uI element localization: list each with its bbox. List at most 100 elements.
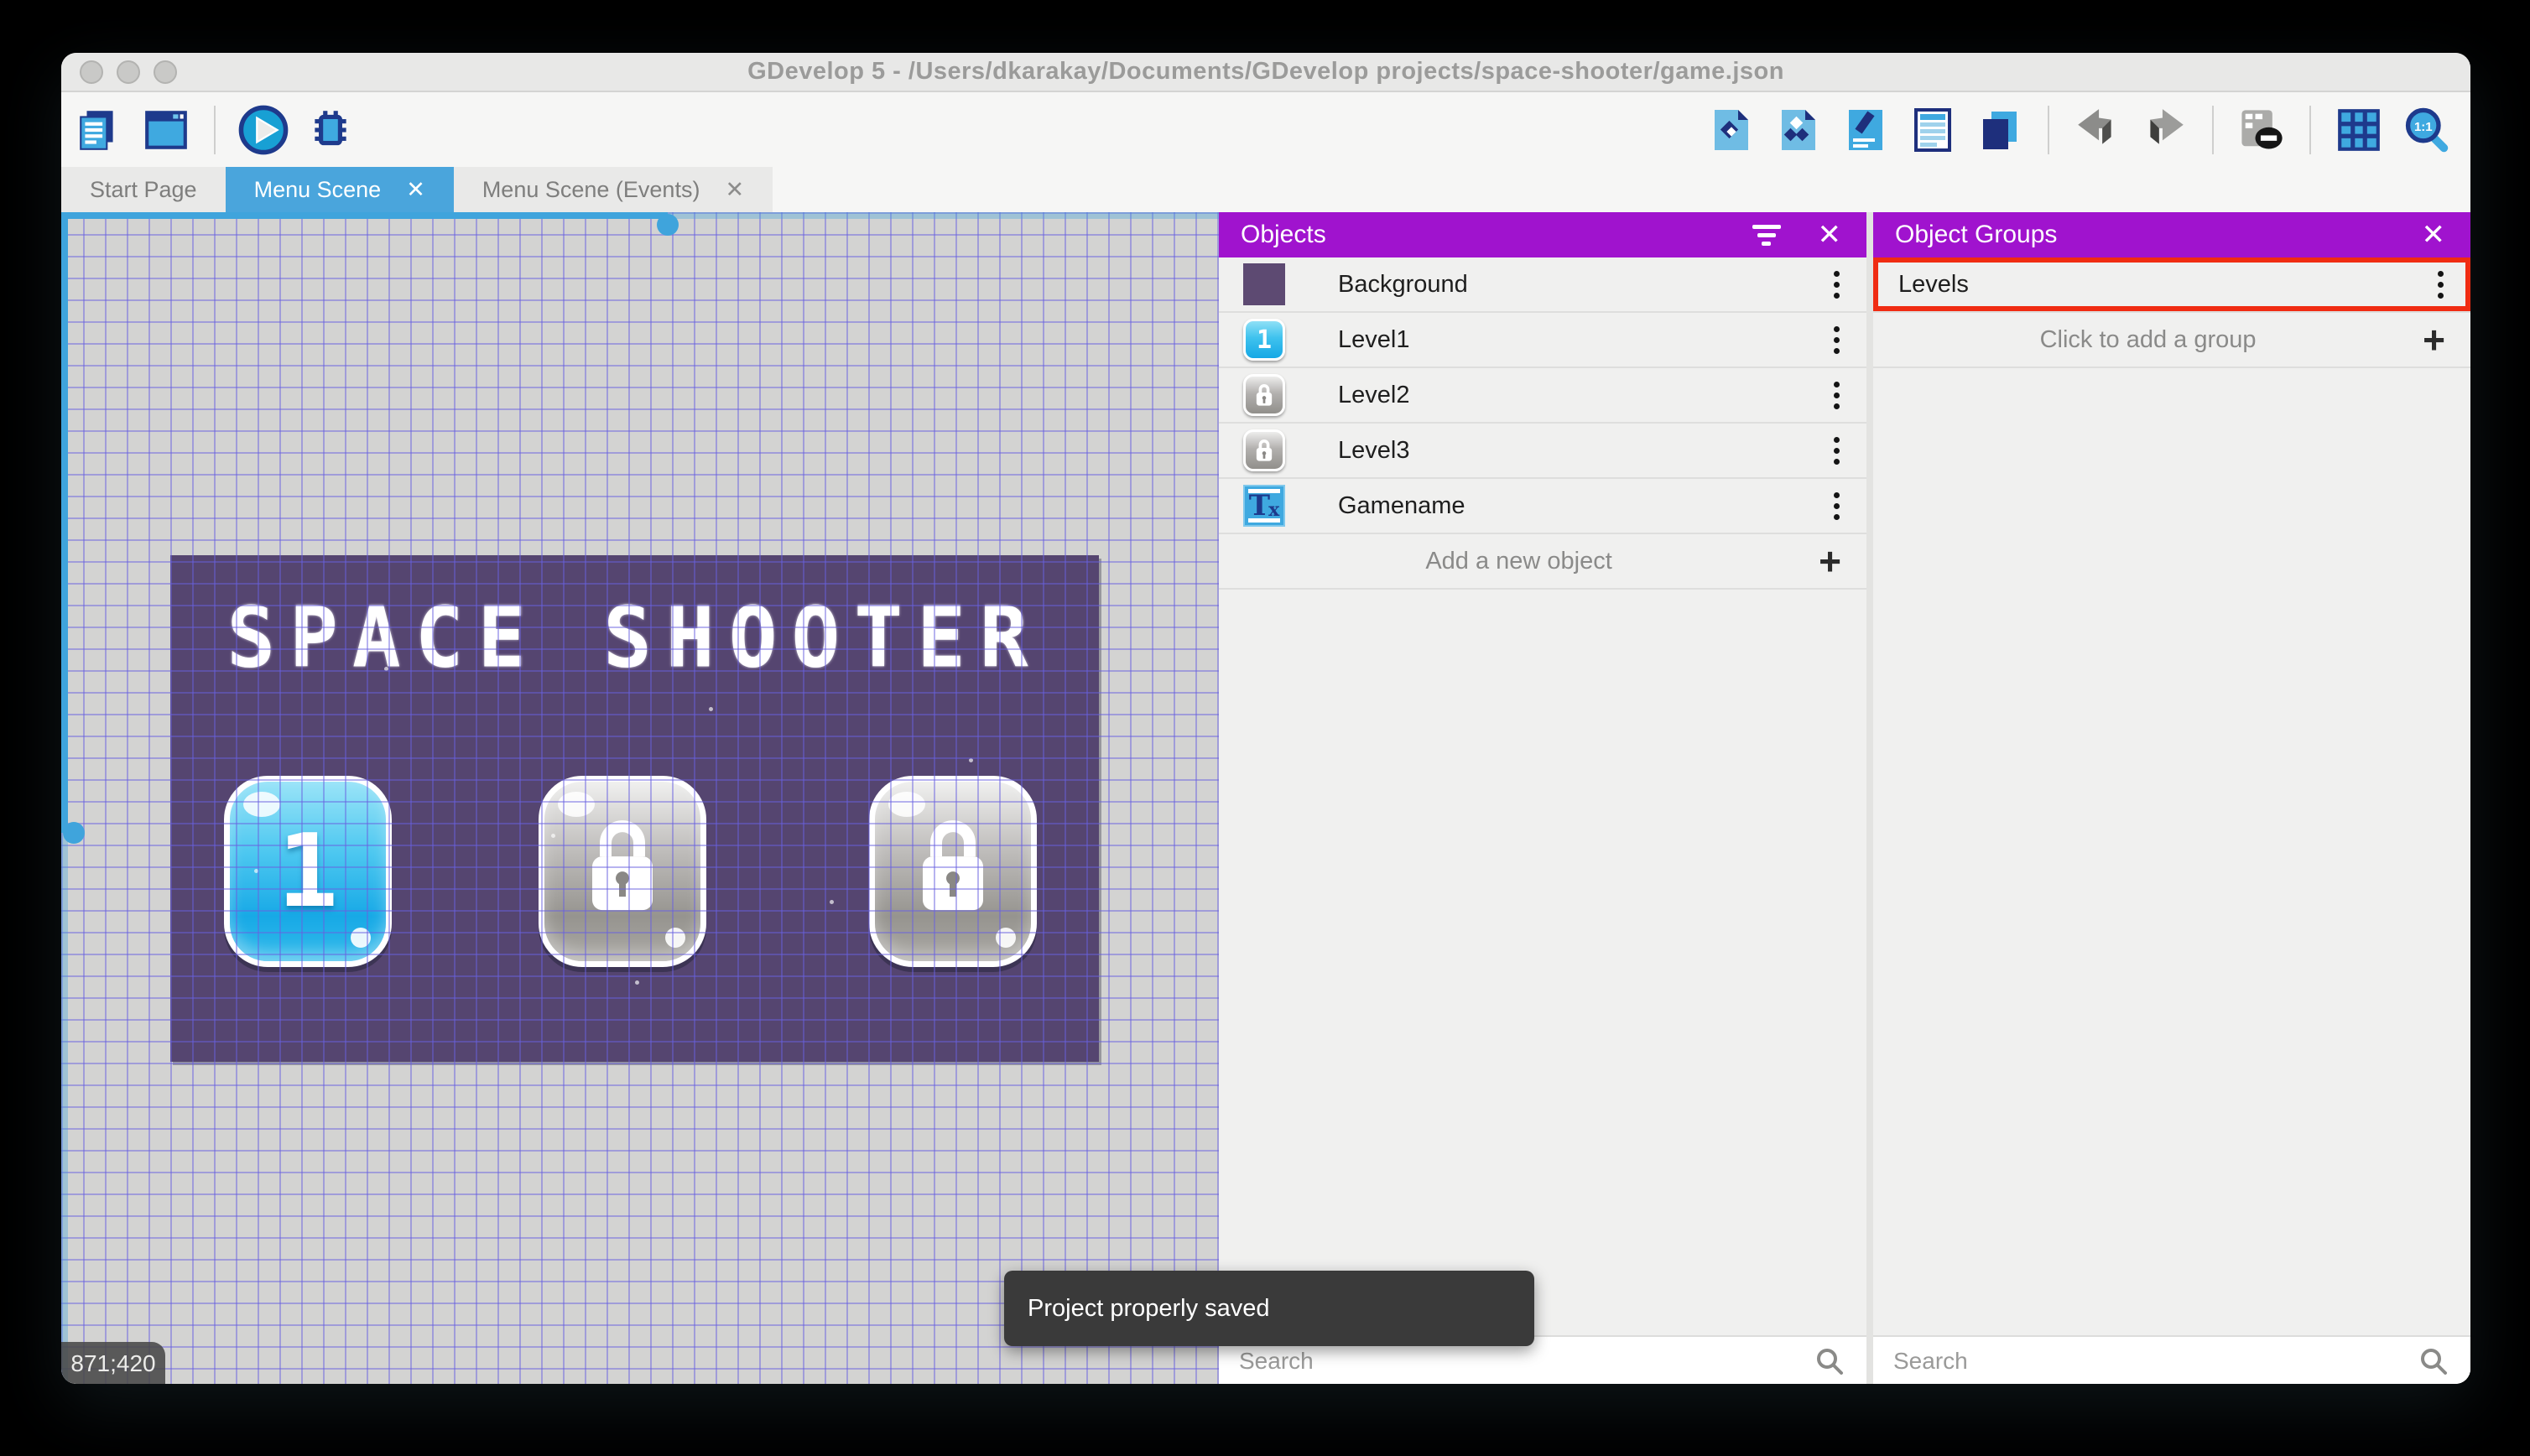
grid-toggle-icon[interactable] (2333, 104, 2385, 156)
toggle-objects-panel-icon[interactable] (1705, 104, 1757, 156)
object-groups-empty-area (1873, 368, 2470, 1335)
object-groups-panel-header: Object Groups ✕ (1873, 212, 2470, 257)
object-row-level3[interactable]: Level3 (1219, 424, 1866, 479)
star-dot (634, 980, 639, 985)
main-toolbar: 1:1 (61, 92, 2470, 167)
level-2-button-sprite[interactable] (539, 776, 706, 967)
layers-panel-icon[interactable] (1974, 104, 2026, 156)
lock-icon (923, 820, 983, 911)
object-row-gamename[interactable]: Tx Gamename (1219, 479, 1866, 534)
vertical-scrollbar[interactable] (61, 212, 68, 833)
gloss-highlight (558, 792, 595, 817)
object-groups-search-input[interactable] (1873, 1347, 2418, 1375)
scene-editor-canvas[interactable]: SPACE SHOOTER 1 871;420 (61, 212, 1219, 1384)
object-groups-panel-title: Object Groups (1895, 221, 2058, 248)
star-dot (829, 899, 834, 904)
group-menu-icon[interactable] (2438, 270, 2444, 299)
object-name: Background (1338, 270, 1468, 298)
lock-icon (592, 820, 653, 911)
object-name: Level3 (1338, 436, 1410, 464)
level-1-button-sprite[interactable]: 1 (224, 776, 392, 967)
gdevelop-window: GDevelop 5 - /Users/dkarakay/Documents/G… (61, 53, 2470, 1384)
level-3-button-sprite[interactable] (869, 776, 1037, 967)
instances-list-icon[interactable] (1907, 104, 1959, 156)
window-title: GDevelop 5 - /Users/dkarakay/Documents/G… (747, 58, 1784, 85)
toolbar-separator (2309, 105, 2311, 154)
objects-search-input[interactable] (1219, 1347, 1814, 1375)
tab-menu-scene[interactable]: Menu Scene ✕ (225, 167, 454, 212)
tab-menu-scene-events[interactable]: Menu Scene (Events) ✕ (453, 167, 773, 212)
main-content: SPACE SHOOTER 1 871;420 Objects ✕ Backgr… (61, 212, 2470, 1384)
object-menu-icon[interactable] (1834, 436, 1840, 465)
redo-icon[interactable] (2138, 104, 2190, 156)
horizontal-scrollbar[interactable] (61, 212, 668, 219)
star-dot (383, 666, 388, 671)
cursor-coordinates: 871;420 (70, 1350, 156, 1376)
play-preview-icon[interactable] (237, 104, 289, 156)
text-object-thumbnail: Tx (1243, 485, 1285, 527)
object-menu-icon[interactable] (1834, 270, 1840, 299)
gloss-highlight (888, 792, 925, 817)
objects-panel-header: Objects ✕ (1219, 212, 1866, 257)
object-name: Gamename (1338, 491, 1465, 519)
filter-icon[interactable] (1752, 224, 1781, 246)
close-tab-icon[interactable]: ✕ (725, 177, 744, 203)
vertical-scrollbar-thumb[interactable] (63, 822, 85, 844)
title-bar: GDevelop 5 - /Users/dkarakay/Documents/G… (61, 53, 2470, 92)
debug-icon[interactable] (305, 104, 357, 156)
background-thumbnail (1243, 263, 1285, 305)
group-row-levels[interactable]: Levels (1873, 257, 2470, 313)
add-new-object-label: Add a new object (1425, 547, 1612, 575)
level-number: 1 (277, 813, 339, 930)
properties-panel-icon[interactable] (1840, 104, 1892, 156)
panel-divider[interactable] (1866, 212, 1873, 1384)
horizontal-scrollbar-track[interactable] (668, 212, 1219, 219)
add-new-object-row[interactable]: Add a new object + (1219, 534, 1866, 590)
object-menu-icon[interactable] (1834, 381, 1840, 409)
project-manager-icon[interactable] (73, 104, 125, 156)
scene-window-icon[interactable] (140, 104, 192, 156)
gloss-dot (996, 928, 1016, 948)
desktop-background: GDevelop 5 - /Users/dkarakay/Documents/G… (0, 0, 2530, 1456)
object-row-background[interactable]: Background (1219, 257, 1866, 313)
close-tab-icon[interactable]: ✕ (406, 177, 425, 203)
zoom-one-to-one-icon[interactable]: 1:1 (2400, 104, 2452, 156)
object-row-level1[interactable]: 1 Level1 (1219, 313, 1866, 368)
object-menu-icon[interactable] (1834, 325, 1840, 354)
toggle-object-groups-panel-icon[interactable] (1773, 104, 1825, 156)
mask-toggle-icon[interactable] (2236, 104, 2288, 156)
toast-message: Project properly saved (1028, 1294, 1270, 1322)
close-objects-panel-icon[interactable]: ✕ (1818, 221, 1842, 249)
close-object-groups-panel-icon[interactable]: ✕ (2422, 221, 2446, 249)
tab-label: Start Page (90, 176, 197, 202)
add-group-row[interactable]: Click to add a group + (1873, 313, 2470, 368)
star-dot (709, 707, 714, 712)
object-name: Level2 (1338, 381, 1410, 408)
add-group-label: Click to add a group (2039, 325, 2257, 353)
star-dot (969, 757, 974, 762)
scene-title-text[interactable]: SPACE SHOOTER (170, 589, 1099, 686)
objects-panel-empty-area (1219, 590, 1866, 1335)
search-icon[interactable] (2418, 1346, 2449, 1376)
objects-panel-title: Objects (1241, 221, 1326, 248)
editor-tab-bar: Start Page Menu Scene ✕ Menu Scene (Even… (61, 167, 2470, 212)
save-toast: Project properly saved (1004, 1271, 1534, 1346)
object-menu-icon[interactable] (1834, 491, 1840, 520)
vertical-scrollbar-track[interactable] (61, 833, 68, 1384)
plus-icon[interactable]: + (1819, 542, 1841, 580)
tab-label: Menu Scene (253, 176, 382, 202)
object-groups-panel: Object Groups ✕ Levels Click to add a gr… (1873, 212, 2470, 1384)
search-icon[interactable] (1814, 1346, 1845, 1376)
lock-icon (1256, 439, 1273, 461)
tab-start-page[interactable]: Start Page (61, 167, 226, 212)
objects-panel: Objects ✕ Background 1 Level1 Level2 Lev… (1219, 212, 1866, 1384)
locked-thumbnail (1243, 429, 1285, 471)
plus-icon[interactable]: + (2423, 320, 2445, 359)
game-scene-background[interactable]: SPACE SHOOTER 1 (170, 555, 1099, 1062)
object-row-level2[interactable]: Level2 (1219, 368, 1866, 424)
horizontal-scrollbar-thumb[interactable] (657, 214, 679, 236)
gloss-dot (665, 928, 685, 948)
object-groups-search-bar (1873, 1335, 2470, 1384)
tab-label: Menu Scene (Events) (482, 176, 700, 202)
undo-icon[interactable] (2071, 104, 2123, 156)
